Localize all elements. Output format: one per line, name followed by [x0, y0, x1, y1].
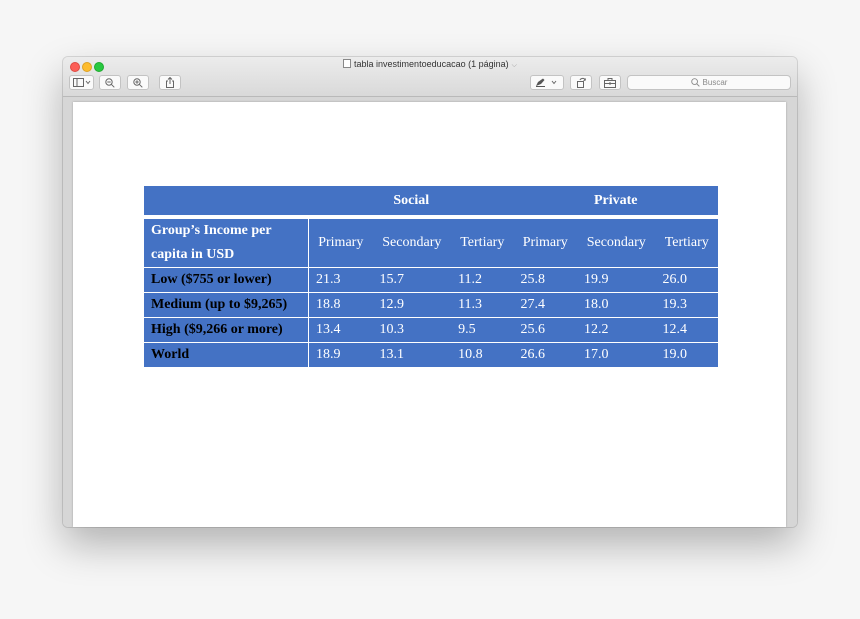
- table-cell: 11.2: [451, 267, 514, 293]
- column-header: Tertiary: [655, 215, 718, 268]
- column-header: Primary: [308, 215, 373, 268]
- table-column-header-row: Group’s Income per capita in USD Primary…: [144, 215, 718, 268]
- table-cell: 19.3: [655, 292, 718, 318]
- table-cell: 11.3: [451, 292, 514, 318]
- row-header-line: capita in USD: [151, 247, 235, 262]
- table-row: Low ($755 or lower) 21.3 15.7 11.2 25.8 …: [144, 267, 718, 293]
- table-cell: 21.3: [308, 267, 373, 293]
- row-label: High ($9,266 or more): [144, 317, 309, 343]
- window-title[interactable]: tabla investimentoeducacao (1 página) ⌵: [63, 59, 797, 70]
- table-cell: 18.0: [577, 292, 656, 318]
- row-header-line: Group’s Income per: [151, 223, 272, 238]
- table-row: High ($9,266 or more) 13.4 10.3 9.5 25.6…: [144, 317, 718, 343]
- column-header: Primary: [513, 215, 577, 268]
- table-cell: 12.9: [372, 292, 452, 318]
- document-page: Social Private Group’s Income per capita…: [73, 102, 786, 527]
- empty-header-cell: [144, 186, 309, 217]
- education-investment-table: Social Private Group’s Income per capita…: [144, 186, 718, 367]
- search-field[interactable]: Buscar: [627, 75, 791, 90]
- group-header-social: Social: [393, 192, 430, 208]
- table-cell: 19.0: [655, 342, 718, 367]
- table-cell: 10.3: [372, 317, 452, 343]
- row-label: Medium (up to $9,265): [144, 292, 309, 318]
- table-cell: 26.0: [655, 267, 718, 293]
- table-cell: 15.7: [372, 267, 452, 293]
- zoom-out-button[interactable]: [99, 75, 121, 90]
- pen-markup-icon: [536, 78, 557, 87]
- search-icon: [690, 78, 700, 87]
- column-header: Secondary: [577, 215, 656, 268]
- zoom-in-icon: [133, 77, 143, 88]
- table-row: World 18.9 13.1 10.8 26.6 17.0 19.0: [144, 342, 718, 367]
- table-cell: 9.5: [451, 317, 514, 343]
- table-cell: 12.4: [655, 317, 718, 343]
- row-header-label: Group’s Income per capita in USD: [144, 215, 309, 268]
- zoom-out-icon: [105, 77, 115, 88]
- table-cell: 12.2: [577, 317, 656, 343]
- table-cell: 17.0: [577, 342, 656, 367]
- table-cell: 18.8: [308, 292, 373, 318]
- chevron-down-icon: ⌵: [511, 62, 517, 69]
- table-cell: 13.1: [372, 342, 452, 367]
- table-cell: 25.8: [513, 267, 577, 293]
- rotate-button[interactable]: [570, 75, 592, 90]
- table-cell: 27.4: [513, 292, 577, 318]
- table-row: Medium (up to $9,265) 18.8 12.9 11.3 27.…: [144, 292, 718, 318]
- share-button[interactable]: [159, 75, 181, 90]
- toolbox-icon: [604, 77, 616, 88]
- column-header: Secondary: [372, 215, 452, 268]
- window-title-text: tabla investimentoeducacao (1 página): [354, 59, 509, 69]
- markup-button[interactable]: [530, 75, 564, 90]
- table-group-header-row: Social Private: [144, 186, 718, 217]
- share-icon: [166, 77, 174, 88]
- table-cell: 18.9: [308, 342, 373, 367]
- table-cell: 26.6: [513, 342, 577, 367]
- table-cell: 25.6: [513, 317, 577, 343]
- preview-window: tabla investimentoeducacao (1 página)⌵: [63, 57, 797, 527]
- sidebar-icon: [72, 78, 90, 87]
- sidebar-toggle-button[interactable]: [69, 75, 94, 90]
- title-bar: tabla investimentoeducacao (1 página)⌵: [63, 57, 797, 97]
- group-header-private: Private: [593, 192, 638, 208]
- document-viewer[interactable]: Social Private Group’s Income per capita…: [63, 97, 797, 527]
- row-label: World: [144, 342, 309, 367]
- search-placeholder: Buscar: [702, 78, 728, 87]
- document-icon: [343, 59, 352, 68]
- row-label: Low ($755 or lower): [144, 267, 309, 293]
- column-header: Tertiary: [451, 215, 514, 268]
- table-cell: 19.9: [577, 267, 656, 293]
- toolbox-button[interactable]: [599, 75, 621, 90]
- table-cell: 13.4: [308, 317, 373, 343]
- table-cell: 10.8: [451, 342, 514, 367]
- rotate-icon: [576, 77, 586, 88]
- zoom-in-button[interactable]: [127, 75, 149, 90]
